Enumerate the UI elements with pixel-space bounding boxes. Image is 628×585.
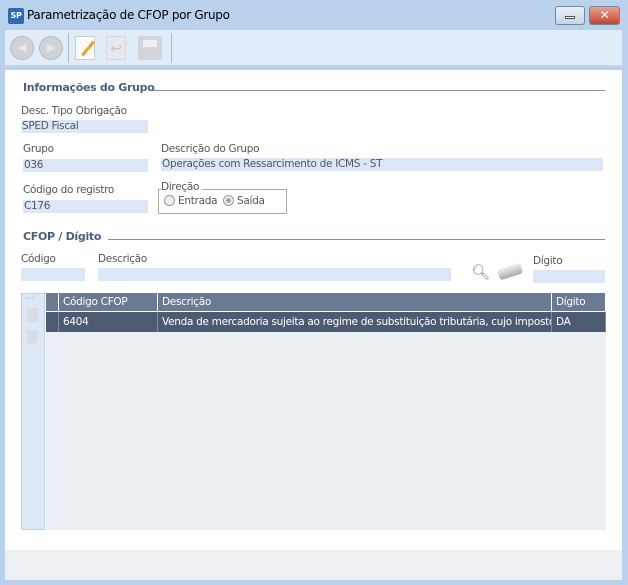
column-header-descricao[interactable]: Descrição (158, 293, 552, 311)
registro-label: Código do registro (23, 184, 115, 196)
edit-icon[interactable] (75, 36, 95, 60)
column-header-digito[interactable]: Dígito (552, 293, 606, 311)
toolbar: ◀ ▶ ↩ (5, 30, 622, 66)
app-icon: SP (8, 8, 24, 24)
window-title: Parametrização de CFOP por Grupo (27, 8, 230, 22)
status-bar (5, 550, 622, 580)
desc-grupo-field[interactable]: Operações com Ressarcimento de ICMS - ST (161, 158, 603, 171)
row-selector-header (46, 293, 59, 311)
direcao-label: Direção (161, 181, 203, 193)
drag-handle-icon[interactable]: ···· (25, 295, 44, 303)
registro-field[interactable]: C176 (23, 200, 148, 213)
divider (153, 90, 605, 91)
grupo-label: Grupo (23, 143, 54, 155)
forward-icon[interactable]: ▶ (39, 36, 63, 60)
descricao-label: Descrição (98, 253, 147, 265)
row-selector[interactable] (46, 311, 59, 332)
grupo-field[interactable]: 036 (23, 159, 148, 172)
search-icon[interactable]: 🔍︎ (471, 263, 490, 281)
divider (108, 239, 605, 240)
radio-entrada[interactable]: Entrada (164, 195, 218, 207)
section-title-cfop: CFOP / Dígito (23, 230, 102, 243)
cell-digito: DA (552, 311, 606, 332)
save-icon[interactable] (138, 36, 162, 60)
back-icon[interactable]: ◀ (10, 36, 34, 60)
digito-input[interactable] (533, 270, 605, 283)
digito-label: Dígito (533, 255, 563, 267)
new-row-icon[interactable] (27, 308, 38, 322)
codigo-input[interactable] (21, 268, 85, 281)
radio-saida[interactable]: Saída (223, 195, 265, 207)
grid-side-toolbar: ···· (21, 293, 45, 530)
cfop-grid: Código CFOP Descrição Dígito 6404 Venda … (46, 293, 606, 530)
tipo-field[interactable]: SPED Fiscal (21, 120, 148, 133)
toolbar-separator (68, 33, 69, 63)
codigo-label: Código (21, 253, 56, 265)
minimize-button[interactable] (555, 6, 585, 25)
cell-codigo: 6404 (59, 311, 158, 332)
radio-icon (164, 195, 175, 206)
toolbar-separator (171, 33, 172, 63)
radio-selected-icon (223, 195, 234, 206)
desc-grupo-label: Descrição do Grupo (161, 143, 260, 155)
cell-descricao: Venda de mercadoria sujeita ao regime de… (158, 311, 552, 332)
descricao-input[interactable] (98, 268, 451, 281)
tipo-label: Desc. Tipo Obrigação (21, 105, 127, 117)
saida-label: Saída (237, 195, 265, 207)
column-header-codigo[interactable]: Código CFOP (59, 293, 158, 311)
close-button[interactable]: ✕ (589, 6, 620, 25)
section-title-info: Informações do Grupo (23, 81, 155, 94)
delete-row-icon[interactable] (27, 330, 38, 344)
entrada-label: Entrada (178, 195, 218, 207)
undo-icon[interactable]: ↩ (106, 36, 126, 60)
